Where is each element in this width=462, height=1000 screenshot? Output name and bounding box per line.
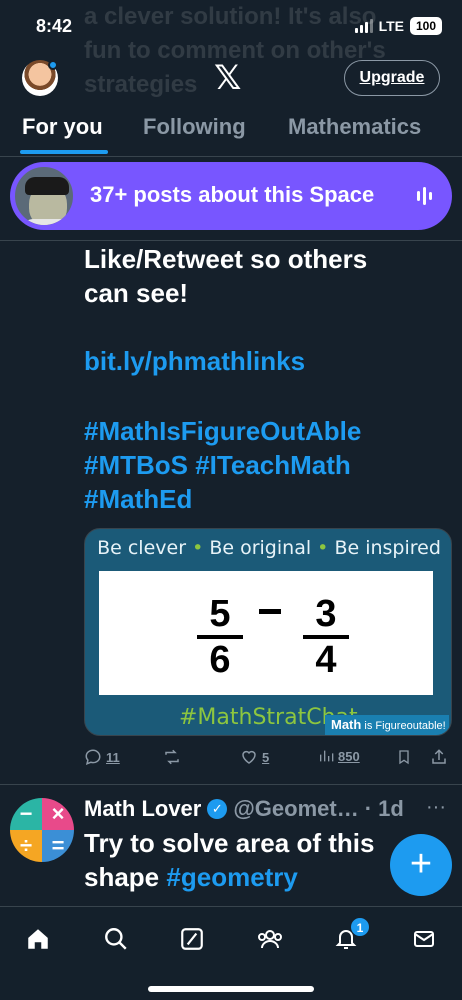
views-count: 850 <box>338 748 360 764</box>
tweet-action-bar: 11 5 850 <box>84 748 454 774</box>
tab-for-you[interactable]: For you <box>22 114 103 140</box>
minus-sign <box>259 609 281 614</box>
fraction-problem-card: 5 6 3 4 <box>99 571 433 695</box>
tweet-hashtags[interactable]: #MathEd <box>84 482 454 516</box>
grok-icon[interactable] <box>172 919 212 959</box>
math-lover-avatar[interactable]: − × ÷ = <box>10 798 74 862</box>
space-host-avatar <box>12 164 76 228</box>
heart-icon <box>242 750 256 764</box>
tweet-media-image[interactable]: Be clever • Be original • Be inspired 5 … <box>84 528 452 736</box>
author-name[interactable]: Math Lover <box>84 796 201 822</box>
tab-mathematics[interactable]: Mathematics <box>288 114 421 140</box>
space-banner-label: 37+ posts about this Space <box>90 182 375 207</box>
x-logo-icon: 𝕏 <box>214 59 242 97</box>
messages-icon[interactable] <box>404 919 444 959</box>
reply-button[interactable]: 11 <box>84 748 120 766</box>
tweet-hashtags[interactable]: #MTBoS #ITeachMath <box>84 448 454 482</box>
views-icon <box>320 750 334 762</box>
banner-divider <box>0 240 462 241</box>
search-icon[interactable] <box>96 919 136 959</box>
media-tagline: Be clever • Be original • Be inspired <box>97 537 441 559</box>
tab-following[interactable]: Following <box>143 114 246 140</box>
retweet-button[interactable] <box>162 748 182 766</box>
tabs-divider <box>0 156 462 157</box>
status-time: 8:42 <box>36 16 73 36</box>
avatar-notification-dot <box>48 60 58 70</box>
tweet-text-line: can see! <box>84 278 189 308</box>
fraction-left: 5 6 <box>195 595 245 679</box>
home-icon[interactable] <box>18 919 58 959</box>
tweet-text: Try to solve area of this shape #geometr… <box>84 828 375 892</box>
fraction-right: 3 4 <box>301 595 351 679</box>
bookmark-button[interactable] <box>396 748 412 766</box>
reply-icon <box>85 749 101 765</box>
bookmark-icon <box>399 750 409 765</box>
author-handle[interactable]: @Geomet… <box>233 796 358 822</box>
tweet-divider <box>0 784 462 785</box>
home-indicator <box>148 986 314 992</box>
tweet-author-row: Math Lover ✓ @Geomet… · 1d <box>84 796 404 822</box>
tweet-text-line: Like/Retweet so others <box>84 244 368 274</box>
tweet-time: · 1d <box>364 796 404 821</box>
audio-wave-icon <box>417 186 432 206</box>
space-banner[interactable]: 37+ posts about this Space <box>10 162 452 230</box>
tweet-link[interactable]: bit.ly/phmathlinks <box>84 344 454 378</box>
compose-button[interactable]: + <box>390 834 452 896</box>
reply-count: 11 <box>106 749 120 765</box>
share-button[interactable] <box>430 748 448 766</box>
hashtag-geometry[interactable]: #geometry <box>166 862 298 892</box>
communities-icon[interactable] <box>250 919 290 959</box>
notification-badge: 1 <box>350 917 370 937</box>
like-button[interactable]: 5 <box>240 748 269 766</box>
timeline-tabs: For you Following Mathematics <box>0 108 462 156</box>
media-brand: Math is Figureoutable!™ <box>325 715 449 735</box>
battery-icon: 100 <box>409 17 442 35</box>
views-button[interactable]: 850 <box>318 748 360 764</box>
active-tab-indicator <box>20 150 108 154</box>
verified-badge-icon: ✓ <box>207 799 228 819</box>
tweet-hashtags[interactable]: #MathIsFigureOutAble <box>84 414 454 448</box>
upgrade-button[interactable]: Upgrade <box>344 60 440 96</box>
retweet-icon <box>165 749 179 765</box>
like-count: 5 <box>262 749 270 765</box>
top-bar: 𝕏 Upgrade <box>0 56 462 100</box>
more-options-icon[interactable]: ··· <box>426 796 446 819</box>
share-icon <box>432 749 446 764</box>
